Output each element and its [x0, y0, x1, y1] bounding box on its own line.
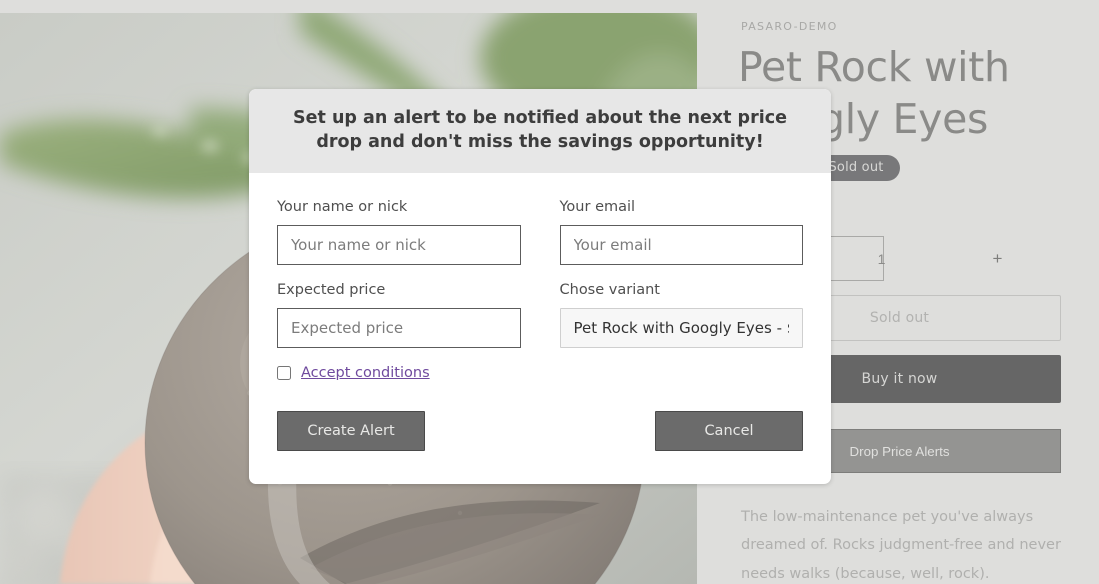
product-vendor: PASARO-DEMO: [741, 20, 838, 33]
email-field-label: Your email: [559, 199, 636, 216]
cancel-button[interactable]: Cancel: [655, 411, 803, 452]
create-alert-button[interactable]: Create Alert: [277, 411, 425, 452]
modal-actions: Create Alert Cancel: [249, 385, 831, 484]
product-page: PASARO-DEMO Pet Rock with Googly Eyes $1…: [0, 0, 1099, 584]
variant-label: Chose variant: [559, 282, 661, 299]
expected-price-input[interactable]: [277, 308, 521, 349]
modal-header: Set up an alert to be notified about the…: [249, 89, 831, 174]
expected-price-label: Expected price: [277, 282, 386, 299]
actions-spacer: [425, 411, 655, 451]
product-description: The low-maintenance pet you've always dr…: [741, 509, 1061, 582]
accept-conditions-link[interactable]: Accept conditions: [301, 365, 430, 381]
price-alert-modal: Set up an alert to be notified about the…: [249, 89, 831, 485]
name-field-group: Your name or nick: [277, 199, 521, 266]
alert-form: Your name or nick Your email Expected pr…: [277, 199, 803, 365]
email-input[interactable]: [559, 225, 803, 266]
email-field-group: Your email: [559, 199, 803, 266]
modal-body: Your name or nick Your email Expected pr…: [249, 173, 831, 381]
accept-conditions-row: Accept conditions: [277, 365, 803, 381]
plus-icon[interactable]: +: [974, 237, 1021, 280]
expected-price-field-group: Expected price: [277, 282, 521, 349]
accept-conditions-checkbox[interactable]: [277, 366, 291, 381]
variant-select[interactable]: Pet Rock with Googly Eyes - $8: [559, 308, 803, 349]
modal-title: Set up an alert to be notified about the…: [293, 108, 787, 153]
top-strip: [0, 0, 1099, 13]
name-input[interactable]: [277, 225, 521, 266]
name-field-label: Your name or nick: [277, 199, 408, 216]
variant-field-group: Chose variant Pet Rock with Googly Eyes …: [559, 282, 803, 349]
